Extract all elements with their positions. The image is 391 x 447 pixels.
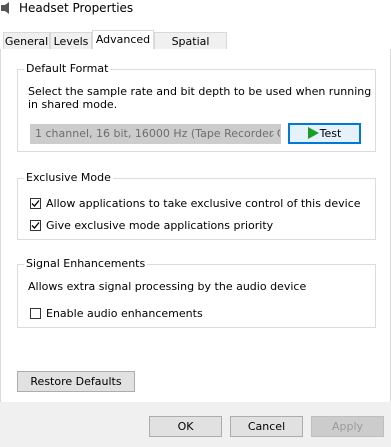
chevron-down-icon: ⌄	[266, 127, 276, 140]
default-format-description-line1: Select the sample rate and bit depth to …	[28, 85, 372, 98]
tab-strip: General Levels Advanced Spatial sound	[0, 30, 391, 65]
signal-enhancements-legend: Signal Enhancements	[24, 257, 148, 271]
checkmark-icon	[31, 200, 40, 207]
signal-enhancements-group: Signal Enhancements Allows extra signal …	[17, 257, 376, 328]
window-title: Headset Properties	[19, 1, 134, 15]
restore-defaults-button[interactable]: Restore Defaults	[17, 371, 135, 392]
advanced-panel: Default Format Select the sample rate an…	[0, 49, 391, 402]
checkmark-icon	[31, 222, 40, 229]
exclusive-mode-group: Exclusive Mode Allow applications to tak…	[17, 171, 376, 240]
apply-button[interactable]: Apply	[311, 416, 384, 437]
cancel-button[interactable]: Cancel	[230, 416, 303, 437]
signal-enhancements-description: Allows extra signal processing by the au…	[28, 280, 307, 293]
tab-advanced[interactable]: Advanced	[92, 30, 154, 50]
ok-button[interactable]: OK	[149, 416, 222, 437]
tab-spatial-sound[interactable]: Spatial sound	[154, 32, 227, 65]
format-select-value: 1 channel, 16 bit, 16000 Hz (Tape Record…	[35, 127, 281, 140]
play-icon	[307, 127, 319, 139]
tab-general[interactable]: General	[3, 32, 50, 49]
test-button[interactable]: Test	[288, 123, 361, 144]
format-select[interactable]: 1 channel, 16 bit, 16000 Hz (Tape Record…	[30, 124, 281, 144]
exclusive-priority-box[interactable]	[30, 220, 41, 231]
title-bar: Headset Properties	[0, 0, 391, 18]
exclusive-priority-label: Give exclusive mode applications priorit…	[46, 219, 274, 232]
default-format-legend: Default Format	[24, 62, 111, 76]
default-format-description-line2: in shared mode.	[28, 98, 118, 111]
test-button-label: Test	[319, 127, 342, 140]
exclusive-mode-legend: Exclusive Mode	[24, 171, 113, 185]
allow-exclusive-control-box[interactable]	[30, 198, 41, 209]
enable-enhancements-label: Enable audio enhancements	[46, 307, 203, 320]
default-format-group: Default Format Select the sample rate an…	[17, 62, 376, 152]
speaker-icon	[0, 1, 10, 15]
allow-exclusive-control-label: Allow applications to take exclusive con…	[46, 197, 361, 210]
enable-enhancements-box[interactable]	[30, 308, 41, 319]
dialog-footer: OK Cancel Apply	[0, 402, 391, 447]
tab-levels[interactable]: Levels	[50, 32, 92, 49]
